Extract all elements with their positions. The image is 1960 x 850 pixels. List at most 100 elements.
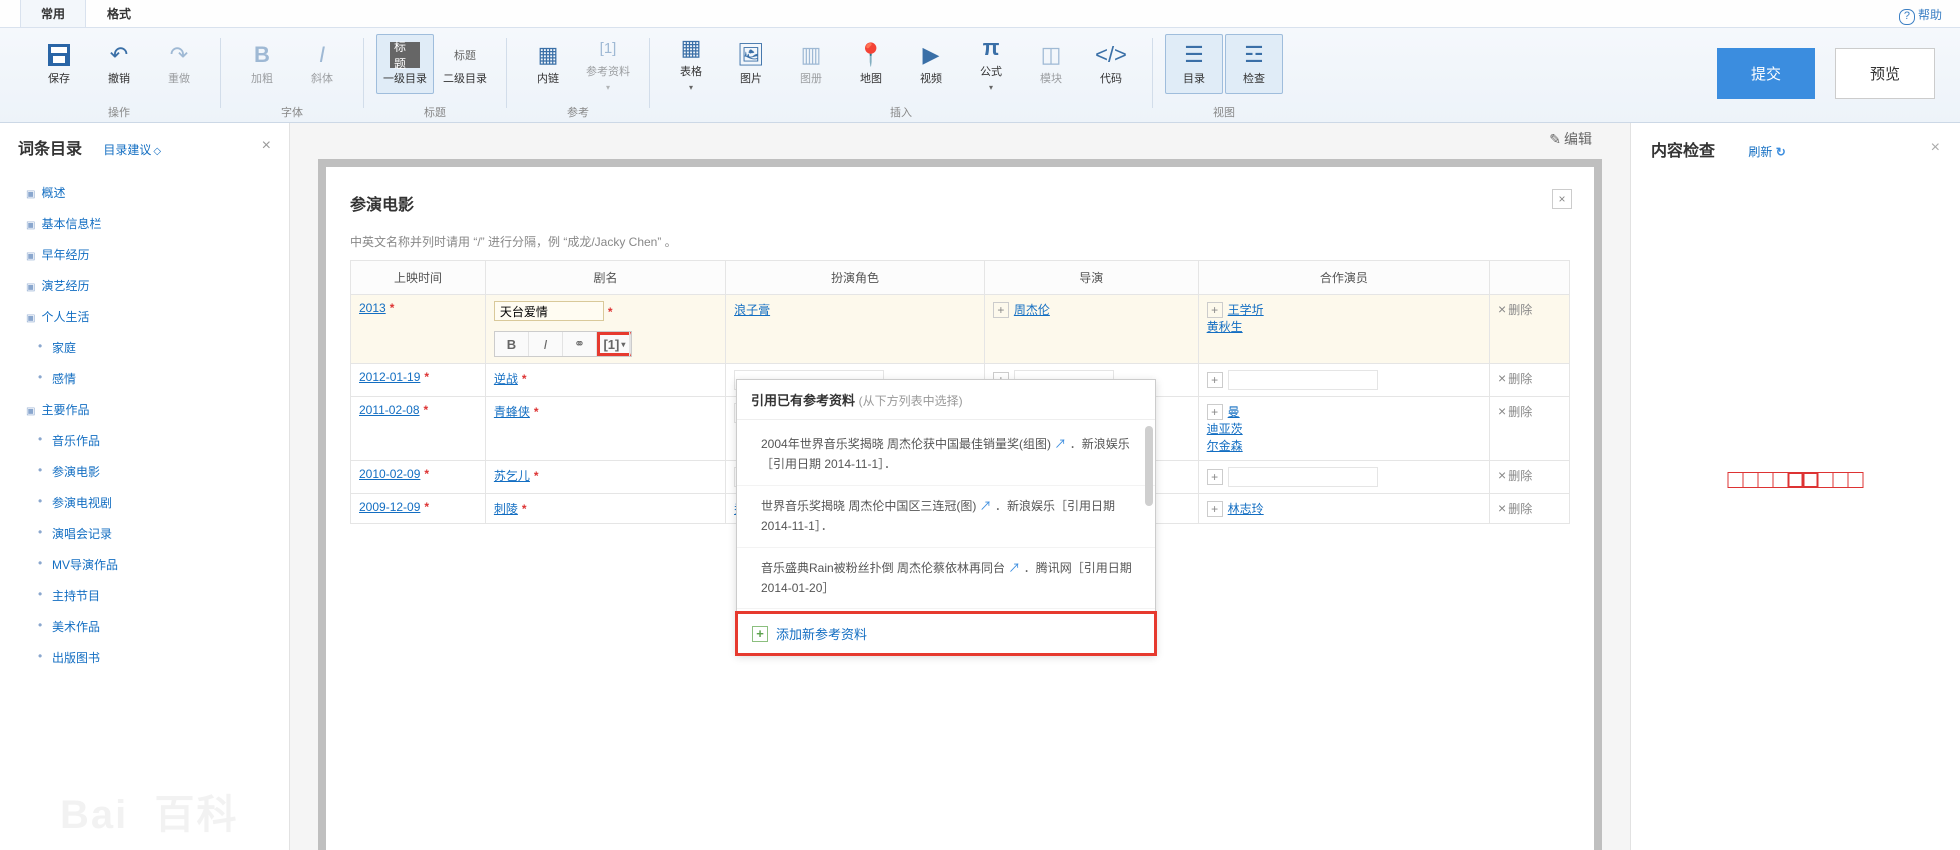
toc-item[interactable]: 概述 xyxy=(18,177,271,208)
toc-item[interactable]: 参演电视剧 xyxy=(18,487,271,518)
mini-bold[interactable]: B xyxy=(495,332,529,356)
coactor-link[interactable]: 曼 xyxy=(1228,405,1240,419)
video-icon: ▶ xyxy=(916,42,946,68)
toc-button[interactable]: ☰目录 xyxy=(1165,34,1223,94)
toc-item[interactable]: 主持节目 xyxy=(18,580,271,611)
add-coactor[interactable]: + xyxy=(1207,404,1223,420)
reference-item[interactable]: 音乐盛典Rain被粉丝扑倒 周杰伦蔡依林再同台 ↗ ．腾讯网［引用日期 2014… xyxy=(737,548,1155,610)
add-coactor[interactable]: + xyxy=(1207,302,1223,318)
check-button[interactable]: ☲检查 xyxy=(1225,34,1283,94)
delete-row-button[interactable]: 删除 xyxy=(1498,303,1532,317)
toc-list[interactable]: 概述基本信息栏早年经历演艺经历个人生活家庭感情主要作品音乐作品参演电影参演电视剧… xyxy=(18,177,271,797)
popup-list[interactable]: 2004年世界音乐奖揭晓 周杰伦获中国最佳销量奖(组图) ↗ ．新浪娱乐［引用日… xyxy=(737,420,1155,613)
edit-link[interactable]: 编辑 xyxy=(1549,131,1592,147)
coactor-input[interactable] xyxy=(1228,370,1378,390)
toc-close-icon[interactable]: × xyxy=(262,137,271,155)
coactor-link[interactable]: 王学圻 xyxy=(1228,303,1264,317)
delete-row-button[interactable]: 删除 xyxy=(1498,372,1532,386)
input-hint: 中英文名称并列时请用 “/” 进行分隔，例 “成龙/Jacky Chen” 。 xyxy=(350,233,1570,250)
role-link[interactable]: 浪子膏 xyxy=(734,303,770,317)
toc-item[interactable]: 演艺经历 xyxy=(18,270,271,301)
h2-icon: 标题 xyxy=(450,42,480,68)
th-coactor: 合作演员 xyxy=(1198,261,1489,295)
coactor-link[interactable]: 林志玲 xyxy=(1228,502,1264,516)
toc-item[interactable]: 基本信息栏 xyxy=(18,208,271,239)
mini-italic[interactable]: I xyxy=(529,332,563,356)
mini-link[interactable]: ⚭ xyxy=(563,332,597,356)
movie-name-link[interactable]: 逆战 xyxy=(494,372,518,386)
code-button[interactable]: </>代码 xyxy=(1082,34,1140,94)
refresh-link[interactable]: 刷新 xyxy=(1748,145,1785,159)
movie-date-link[interactable]: 2009-12-09 xyxy=(359,500,420,514)
add-coactor[interactable]: + xyxy=(1207,372,1223,388)
delete-row-button[interactable]: 删除 xyxy=(1498,469,1532,483)
add-coactor[interactable]: + xyxy=(1207,501,1223,517)
th-name: 剧名 xyxy=(485,261,725,295)
save-button[interactable]: 保存 xyxy=(30,34,88,94)
map-button[interactable]: 📍地图 xyxy=(842,34,900,94)
toc-item[interactable]: 主要作品 xyxy=(18,394,271,425)
director-link[interactable]: 周杰伦 xyxy=(1014,303,1050,317)
toc-item[interactable]: 参演电影 xyxy=(18,456,271,487)
toc-item[interactable]: 早年经历 xyxy=(18,239,271,270)
close-icon[interactable]: × xyxy=(1552,189,1572,209)
toc-item[interactable]: 出版图书 xyxy=(18,642,271,673)
coactor-link[interactable]: 尔金森 xyxy=(1207,439,1243,453)
toc-item[interactable]: 美术作品 xyxy=(18,611,271,642)
toc-sidebar: 词条目录 目录建议 × 概述基本信息栏早年经历演艺经历个人生活家庭感情主要作品音… xyxy=(0,123,290,850)
group-ops-label: 操作 xyxy=(108,104,130,122)
movie-name-link[interactable]: 青蜂侠 xyxy=(494,405,530,419)
toc-item[interactable]: 感情 xyxy=(18,363,271,394)
toc-item[interactable]: MV导演作品 xyxy=(18,549,271,580)
preview-button[interactable]: 预览 xyxy=(1835,48,1935,99)
h2-button[interactable]: 标题二级目录 xyxy=(436,34,494,94)
movie-date-link[interactable]: 2010-02-09 xyxy=(359,467,420,481)
help-link[interactable]: 帮助 xyxy=(1899,6,1942,25)
group-title-label: 标题 xyxy=(424,104,446,122)
ribbon: 保存 ↶撤销 ↷重做 操作 B加粗 I斜体 字体 标题一级目录 标题二级目录 标… xyxy=(0,28,1960,123)
add-director[interactable]: + xyxy=(993,302,1009,318)
reference-button: [1]参考资料 xyxy=(579,34,637,94)
editor-center: 编辑 参演电影 × 中英文名称并列时请用 “/” 进行分隔，例 “成龙/Jack… xyxy=(290,123,1630,850)
toc-title: 词条目录 xyxy=(18,135,82,159)
toc-item[interactable]: 个人生活 xyxy=(18,301,271,332)
video-button[interactable]: ▶视频 xyxy=(902,34,960,94)
tab-common[interactable]: 常用 xyxy=(20,0,86,27)
table-icon: ▦ xyxy=(676,35,706,61)
toc-suggest-link[interactable]: 目录建议 xyxy=(103,143,161,157)
add-reference-button[interactable]: + 添加新参考资料 xyxy=(738,614,1154,653)
popup-header: 引用已有参考资料 (从下方列表中选择) xyxy=(737,380,1155,420)
italic-button: I斜体 xyxy=(293,34,351,94)
reference-item[interactable]: 2004年世界音乐奖揭晓 周杰伦获中国最佳销量奖(组图) ↗ ．新浪娱乐［引用日… xyxy=(737,424,1155,486)
check-close-icon[interactable]: × xyxy=(1931,139,1940,157)
innerlink-button[interactable]: ▦内链 xyxy=(519,34,577,94)
movie-date-link[interactable]: 2011-02-08 xyxy=(359,403,420,417)
formula-button[interactable]: π公式 xyxy=(962,34,1020,94)
toc-item[interactable]: 音乐作品 xyxy=(18,425,271,456)
group-ref-label: 参考 xyxy=(567,104,589,122)
table-button[interactable]: ▦表格 xyxy=(662,34,720,94)
add-coactor[interactable]: + xyxy=(1207,469,1223,485)
movie-name-link[interactable]: 苏乞儿 xyxy=(494,469,530,483)
movie-date-link[interactable]: 2012-01-19 xyxy=(359,370,420,384)
image-button[interactable]: 🖼图片 xyxy=(722,34,780,94)
album-button: ▥图册 xyxy=(782,34,840,94)
toc-item[interactable]: 演唱会记录 xyxy=(18,518,271,549)
movie-date-link[interactable]: 2013 xyxy=(359,301,386,315)
delete-row-button[interactable]: 删除 xyxy=(1498,502,1532,516)
h1-button[interactable]: 标题一级目录 xyxy=(376,34,434,94)
undo-icon: ↶ xyxy=(104,42,134,68)
coactor-input[interactable] xyxy=(1228,467,1378,487)
scrollbar[interactable] xyxy=(1145,426,1153,506)
delete-row-button[interactable]: 删除 xyxy=(1498,405,1532,419)
undo-button[interactable]: ↶撤销 xyxy=(90,34,148,94)
coactor-link[interactable]: 黄秋生 xyxy=(1207,320,1243,334)
mini-ref-dropdown[interactable]: [1] xyxy=(600,332,630,356)
submit-button[interactable]: 提交 xyxy=(1717,48,1815,99)
movie-name-input[interactable] xyxy=(494,301,604,321)
tab-format[interactable]: 格式 xyxy=(86,0,152,27)
movie-name-link[interactable]: 刺陵 xyxy=(494,502,518,516)
toc-item[interactable]: 家庭 xyxy=(18,332,271,363)
coactor-link[interactable]: 迪亚茨 xyxy=(1207,422,1243,436)
reference-item[interactable]: 世界音乐奖揭晓 周杰伦中国区三连冠(图) ↗ ．新浪娱乐［引用日期 2014-1… xyxy=(737,486,1155,548)
